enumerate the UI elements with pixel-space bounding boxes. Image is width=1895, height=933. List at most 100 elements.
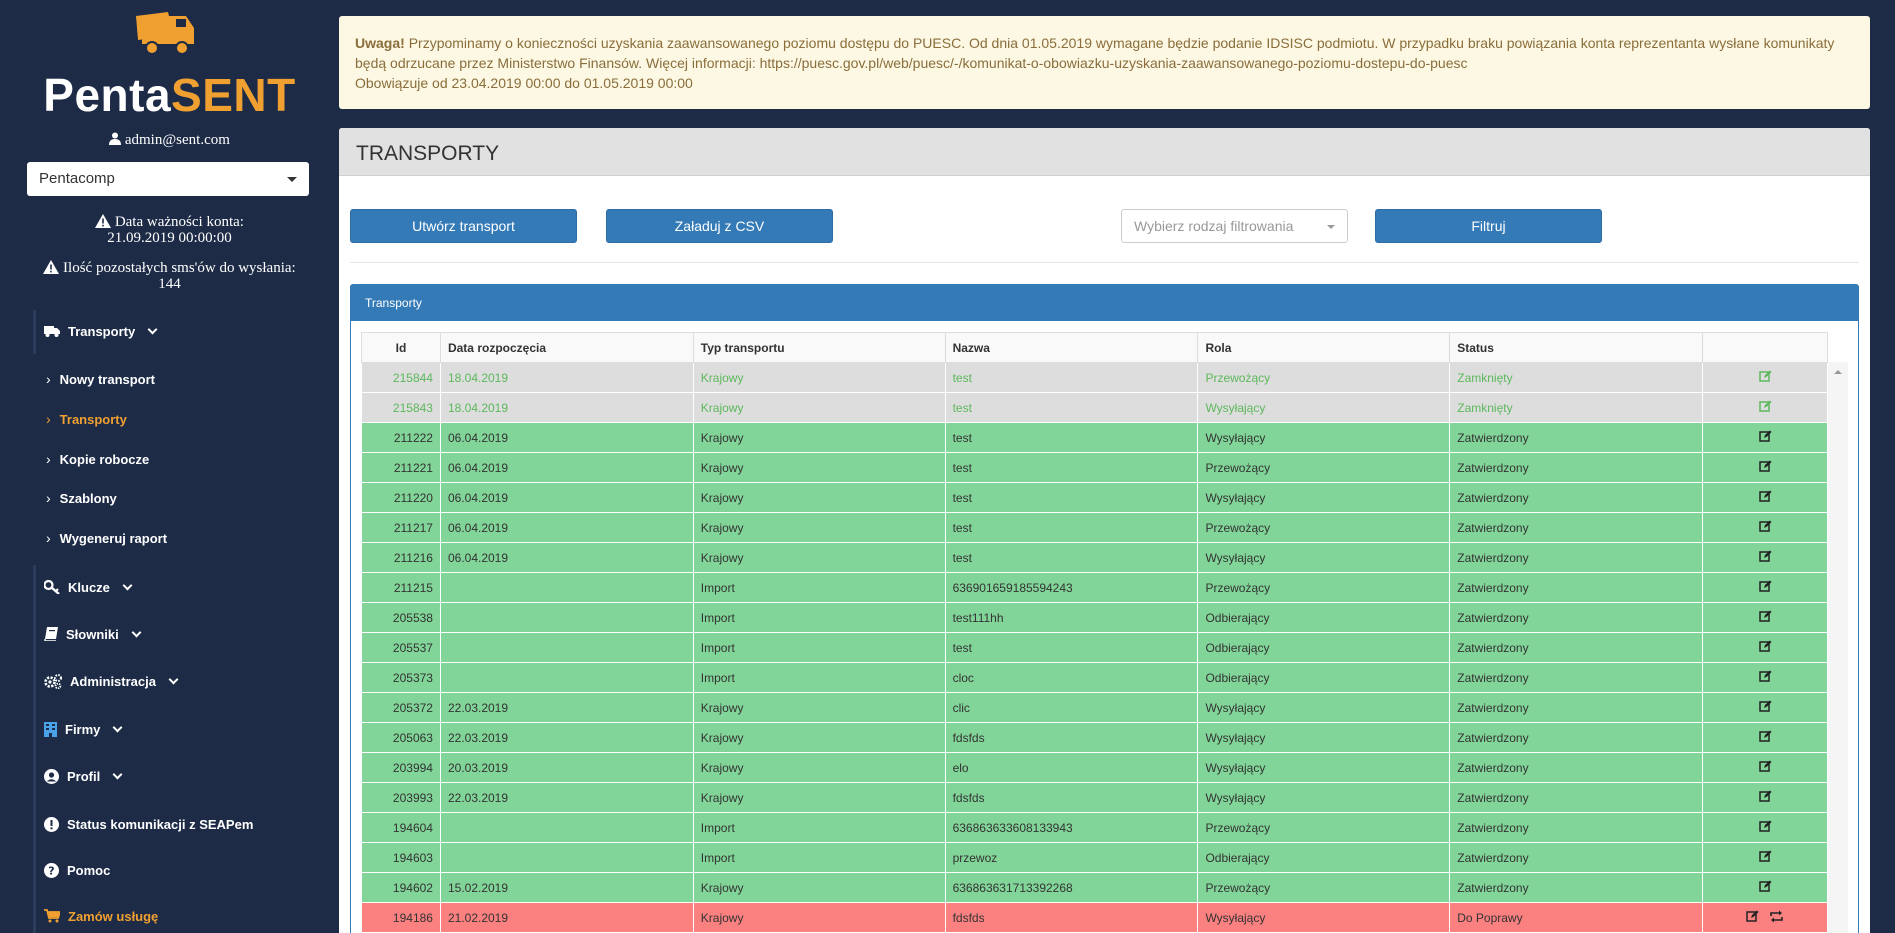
nav-status-seap[interactable]: Status komunikacji z SEAPem [44,814,253,834]
nav-pomoc[interactable]: ? Pomoc [44,860,110,880]
cell-actions [1702,422,1828,453]
cell-name: test111hh [944,602,1199,633]
edit-icon[interactable] [1758,430,1772,446]
vertical-scrollbar[interactable] [1828,362,1848,933]
cell-role: Przewożący [1197,512,1451,543]
cell-date: 22.03.2019 [439,782,694,813]
table-scroll-area[interactable]: Id Data rozpoczęcia Typ transportu Nazwa… [361,332,1848,933]
nav-administracja[interactable]: Administracja [44,671,179,691]
cell-actions [1702,662,1828,693]
cell-date [439,572,694,603]
logo[interactable]: PentaSENT [0,8,339,121]
table-row[interactable]: 194604 Import 636863633608133943 Przewożący… [361,812,1828,843]
edit-icon[interactable] [1758,820,1772,836]
nav-sub-szablony[interactable]: › Szablony [46,489,117,507]
cell-type: Krajowy [692,512,946,543]
edit-icon[interactable] [1758,400,1772,416]
edit-icon[interactable] [1758,580,1772,596]
nav-sub-nowy-transport[interactable]: › Nowy transport [46,370,155,388]
cell-date: 18.04.2019 [439,362,694,393]
edit-icon[interactable] [1758,880,1772,896]
exclamation-circle-icon [44,816,59,832]
company-select[interactable]: Pentacomp [27,162,309,196]
table-row[interactable]: 215844 18.04.2019 Krajowy test Przewożący Zam… [361,362,1828,393]
cell-type: Krajowy [692,452,946,483]
nav-zamow-usluge[interactable]: Zamów usługę [44,906,158,926]
warning-icon [95,214,112,228]
table-row[interactable]: 203993 22.03.2019 Krajowy fdsfds Wysyłający Z… [361,782,1828,813]
table-row[interactable]: 211220 06.04.2019 Krajowy test Wysyłający Zat… [361,482,1828,513]
col-header-role[interactable]: Rola [1197,332,1451,363]
load-csv-button[interactable]: Załaduj z CSV [606,209,833,243]
table-row[interactable]: 211221 06.04.2019 Krajowy test Przewożący Zat… [361,452,1828,483]
nav-sub-wygeneruj-raport[interactable]: › Wygeneruj raport [46,529,167,547]
table-row[interactable]: 205537 Import test Odbierający Zatwierdzony [361,632,1828,663]
edit-icon[interactable] [1758,700,1772,716]
retry-icon[interactable] [1769,910,1784,926]
chevron-right-icon: › [46,530,51,546]
table-row[interactable]: 203994 20.03.2019 Krajowy elo Wysyłający Zatw… [361,752,1828,783]
filter-type-select[interactable]: Wybierz rodzaj filtrowania [1121,209,1348,243]
edit-icon[interactable] [1758,550,1772,566]
cell-actions [1702,362,1828,393]
edit-icon[interactable] [1758,460,1772,476]
nav-firmy[interactable]: Firmy [44,719,123,739]
table-body: 215844 18.04.2019 Krajowy test Przewożący Zam… [361,362,1828,933]
edit-icon[interactable] [1758,610,1772,626]
nav-transporty[interactable]: Transporty [44,321,158,341]
table-row[interactable]: 211217 06.04.2019 Krajowy test Przewożący Zat… [361,512,1828,543]
scroll-up-icon[interactable] [1834,370,1842,374]
nav-slowniki[interactable]: Słowniki [44,624,142,644]
table-row[interactable]: 211215 Import 636901659185594243 Przewożący… [361,572,1828,603]
table-row[interactable]: 194603 Import przewoz Odbierający Zatwierdzo… [361,842,1828,873]
nav-klucze[interactable]: Klucze [44,577,133,597]
chevron-down-icon [147,324,158,334]
table-row[interactable]: 194602 15.02.2019 Krajowy 63686363171339226… [361,872,1828,903]
nav-klucze-label: Klucze [68,579,110,595]
cell-role: Wysyłający [1197,422,1451,453]
edit-icon[interactable] [1758,730,1772,746]
cell-actions [1702,482,1828,513]
edit-icon[interactable] [1758,790,1772,806]
cell-name: fdsfds [944,782,1199,813]
cell-type: Import [692,662,946,693]
table-row[interactable]: 211216 06.04.2019 Krajowy test Wysyłający Zat… [361,542,1828,573]
filter-button[interactable]: Filtruj [1375,209,1602,243]
cell-status: Zatwierdzony [1449,722,1704,753]
cell-status: Zatwierdzony [1449,602,1704,633]
cell-type: Krajowy [692,392,946,423]
cell-actions [1702,542,1828,573]
nav-status-label: Status komunikacji z SEAPem [67,816,254,832]
table-row[interactable]: 211222 06.04.2019 Krajowy test Wysyłający Zat… [361,422,1828,453]
table-row[interactable]: 205063 22.03.2019 Krajowy fdsfds Wysyłający Z… [361,722,1828,753]
col-header-status[interactable]: Status [1449,332,1704,363]
nav-profil[interactable]: Profil [44,766,123,786]
cell-id: 205538 [361,602,441,633]
col-header-id[interactable]: Id [361,332,441,363]
cell-name: test [944,542,1199,573]
table-row[interactable]: 205372 22.03.2019 Krajowy clic Wysyłający Zat… [361,692,1828,723]
user-circle-icon [44,768,59,784]
edit-icon[interactable] [1758,850,1772,866]
edit-icon[interactable] [1758,670,1772,686]
create-transport-button[interactable]: Utwórz transport [350,209,577,243]
table-row[interactable]: 215843 18.04.2019 Krajowy test Wysyłający Zam… [361,392,1828,423]
edit-icon[interactable] [1758,640,1772,656]
edit-icon[interactable] [1758,490,1772,506]
cell-status: Zatwierdzony [1449,422,1704,453]
nav-sub-kopie-robocze[interactable]: › Kopie robocze [46,450,149,468]
col-header-date[interactable]: Data rozpoczęcia [439,332,694,363]
cart-icon [44,909,60,923]
col-header-name[interactable]: Nazwa [944,332,1199,363]
table-row[interactable]: 205373 Import cloc Odbierający Zatwierdzony [361,662,1828,693]
key-icon [44,580,60,594]
nav-sub-transporty[interactable]: › Transporty [46,410,127,428]
svg-text:?: ? [48,864,54,877]
table-row[interactable]: 205538 Import test111hh Odbierający Zatwierd… [361,602,1828,633]
edit-icon[interactable] [1746,910,1759,926]
col-header-type[interactable]: Typ transportu [692,332,946,363]
edit-icon[interactable] [1758,370,1772,386]
table-row[interactable]: 194186 21.02.2019 Krajowy fdsfds Wysyłający D… [361,902,1828,933]
edit-icon[interactable] [1758,520,1772,536]
edit-icon[interactable] [1758,760,1772,776]
